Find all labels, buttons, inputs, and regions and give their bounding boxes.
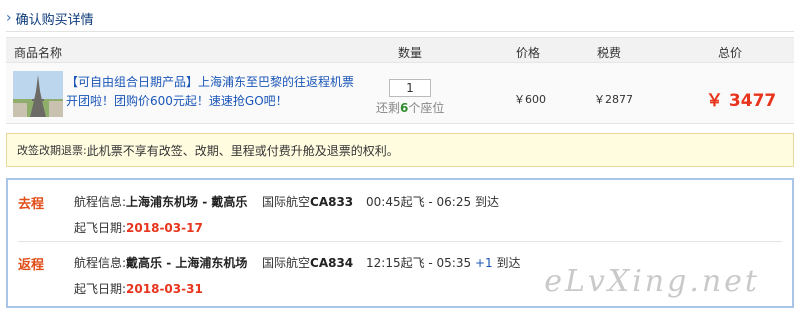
- quantity-input[interactable]: 1: [389, 79, 431, 97]
- airline-name: 国际航空: [262, 195, 311, 209]
- date-value: 2018-03-17: [126, 221, 203, 235]
- times-value: 12:15起飞 - 05:35: [366, 256, 475, 270]
- route-label: 航程信息:: [74, 256, 127, 270]
- route-value: 戴高乐 - 上海浦东机场: [126, 256, 248, 270]
- watermark: eLvXing.net: [544, 264, 760, 299]
- header-total: 总价: [718, 46, 743, 60]
- refund-notice: 改签改期退票: 此机票不享有改签、改期、里程或付费升舱及退票的权利。: [6, 133, 794, 167]
- airline-name: 国际航空: [262, 256, 311, 270]
- notice-label: 改签改期退票:: [17, 144, 87, 157]
- remaining-seats: 还剩6个座位: [376, 99, 444, 116]
- remaining-suffix: 个座位: [408, 101, 445, 115]
- product-row: 【可自由组合日期产品】上海浦东至巴黎的往返程机票开团啦！团购价600元起！速速抢…: [6, 63, 794, 124]
- date-label: 起飞日期:: [74, 282, 127, 296]
- remaining-prefix: 还剩: [376, 101, 401, 115]
- header-product: 商品名称: [14, 46, 63, 60]
- table-header: 商品名称 数量 价格 税费 总价: [6, 37, 794, 63]
- unit-price: ￥600: [514, 93, 546, 106]
- header-price: 价格: [516, 46, 541, 60]
- flight-divider: [18, 241, 782, 242]
- times-suffix: 到达: [492, 256, 521, 270]
- date-label: 起飞日期:: [74, 221, 127, 235]
- product-name-link[interactable]: 【可自由组合日期产品】上海浦东至巴黎的往返程机票开团啦！团购价600元起！速速抢…: [66, 73, 356, 111]
- route-value: 上海浦东机场 - 戴高乐: [126, 195, 248, 209]
- departure-date: 起飞日期:2018-03-31: [74, 280, 203, 297]
- flight-times: 12:15起飞 - 05:35 +1 到达: [366, 254, 520, 271]
- departure-date: 起飞日期:2018-03-17: [74, 219, 203, 236]
- direction-label: 返程: [18, 258, 45, 273]
- header-tax: 税费: [597, 46, 622, 60]
- date-value: 2018-03-31: [126, 282, 203, 296]
- chevron-right-icon: ›: [6, 10, 12, 26]
- divider: [6, 31, 794, 32]
- plus-day-badge: +1: [474, 256, 493, 270]
- direction-label: 去程: [18, 197, 45, 212]
- section-title: 确认购买详情: [15, 12, 94, 28]
- flight-number: CA834: [310, 256, 354, 270]
- route-info: 航程信息:上海浦东机场 - 戴高乐: [74, 193, 247, 210]
- product-thumbnail: [13, 71, 63, 117]
- total-price: ￥ 3477: [706, 91, 777, 111]
- section-header: › 确认购买详情: [6, 8, 94, 28]
- airline-info: 国际航空CA834: [262, 254, 353, 271]
- flight-number: CA833: [310, 195, 354, 209]
- flight-times: 00:45起飞 - 06:25 到达: [366, 195, 499, 209]
- header-quantity: 数量: [398, 46, 423, 60]
- route-label: 航程信息:: [74, 195, 127, 209]
- notice-text: 此机票不享有改签、改期、里程或付费升舱及退票的权利。: [86, 143, 399, 158]
- route-info: 航程信息:戴高乐 - 上海浦东机场: [74, 254, 247, 271]
- tax-amount: ￥2877: [594, 93, 633, 106]
- airline-info: 国际航空CA833: [262, 193, 353, 210]
